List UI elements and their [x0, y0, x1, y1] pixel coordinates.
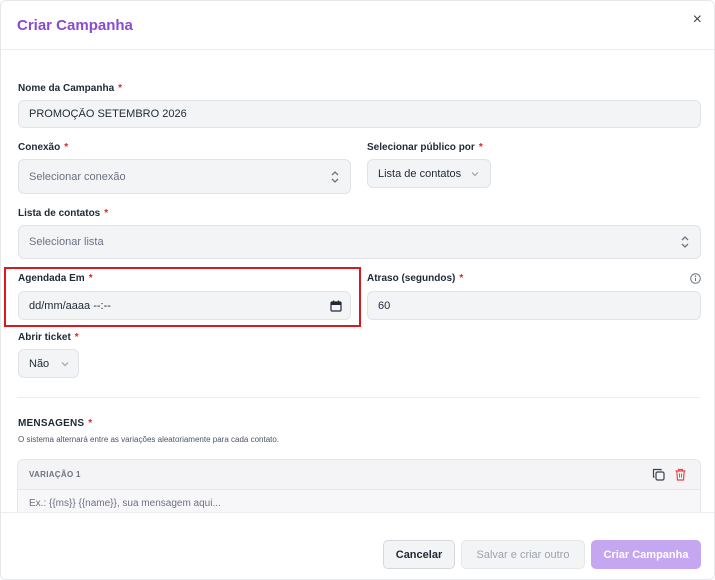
open-ticket-select[interactable]: Não [18, 349, 79, 378]
required-mark: * [104, 208, 109, 219]
scheduled-at-label-text: Agendada Em [18, 273, 85, 284]
messages-description: O sistema alternará entre as variações a… [18, 435, 280, 444]
delay-value: 60 [378, 299, 391, 312]
required-mark: * [118, 83, 123, 94]
messages-title: MENSAGENS * [18, 418, 92, 429]
campaign-name-label-text: Nome da Campanha [18, 83, 115, 94]
open-ticket-label: Abrir ticket * [18, 332, 79, 343]
section-divider [17, 397, 700, 398]
required-mark: * [64, 142, 69, 153]
modal-footer: Cancelar Salvar e criar outro Criar Camp… [1, 512, 714, 579]
audience-by-value: Lista de contatos [378, 167, 462, 180]
messages-title-text: MENSAGENS [18, 418, 85, 429]
close-icon[interactable]: × [693, 12, 702, 28]
connection-label-text: Conexão [18, 142, 61, 153]
campaign-name-input[interactable]: PROMOÇÃO SETEMBRO 2026 [18, 100, 701, 128]
create-campaign-button[interactable]: Criar Campanha [591, 540, 701, 569]
chevron-down-icon [61, 361, 69, 366]
calendar-icon[interactable] [330, 300, 342, 312]
connection-placeholder: Selecionar conexão [29, 170, 126, 183]
variation-label: VARIAÇÃO 1 [29, 470, 81, 479]
chevron-up-down-icon [681, 236, 689, 248]
save-and-create-another-button[interactable]: Salvar e criar outro [461, 540, 585, 569]
variation-message-input[interactable]: Ex.: {{ms}} {{name}}, sua mensagem aqui.… [29, 498, 221, 509]
scheduled-at-input[interactable]: dd/mm/aaaa --:-- [18, 291, 351, 320]
delay-label: Atraso (segundos) * [367, 273, 463, 284]
info-icon[interactable] [690, 273, 701, 284]
chevron-up-down-icon [331, 170, 339, 183]
variation-header: VARIAÇÃO 1 [18, 460, 700, 490]
contact-list-label: Lista de contatos * [18, 208, 108, 219]
copy-icon[interactable] [652, 468, 665, 481]
connection-label: Conexão * [18, 142, 68, 153]
required-mark: * [88, 273, 93, 284]
open-ticket-label-text: Abrir ticket [18, 332, 71, 343]
audience-by-select[interactable]: Lista de contatos [367, 159, 491, 188]
delay-label-text: Atraso (segundos) [367, 273, 456, 284]
cancel-button[interactable]: Cancelar [383, 540, 455, 569]
scheduled-at-label: Agendada Em * [18, 273, 93, 284]
required-mark: * [88, 418, 93, 429]
contact-list-select[interactable]: Selecionar lista [18, 225, 701, 259]
contact-list-placeholder: Selecionar lista [29, 236, 104, 248]
campaign-name-label: Nome da Campanha * [18, 83, 122, 94]
modal-title: Criar Campanha [17, 17, 133, 34]
required-mark: * [74, 332, 79, 343]
connection-select[interactable]: Selecionar conexão [18, 159, 351, 194]
create-campaign-modal: Criar Campanha × Nome da Campanha * PROMO… [0, 0, 715, 580]
open-ticket-value: Não [29, 357, 50, 370]
required-mark: * [459, 273, 464, 284]
scheduled-at-placeholder: dd/mm/aaaa --:-- [29, 299, 111, 312]
modal-header: Criar Campanha × [1, 1, 714, 50]
chevron-down-icon [471, 171, 479, 176]
trash-icon[interactable] [674, 468, 687, 481]
campaign-name-value: PROMOÇÃO SETEMBRO 2026 [29, 108, 187, 120]
delay-input[interactable]: 60 [367, 291, 701, 320]
contact-list-label-text: Lista de contatos [18, 208, 101, 219]
audience-by-label-text: Selecionar público por [367, 142, 475, 153]
required-mark: * [478, 142, 483, 153]
audience-by-label: Selecionar público por * [367, 142, 483, 153]
